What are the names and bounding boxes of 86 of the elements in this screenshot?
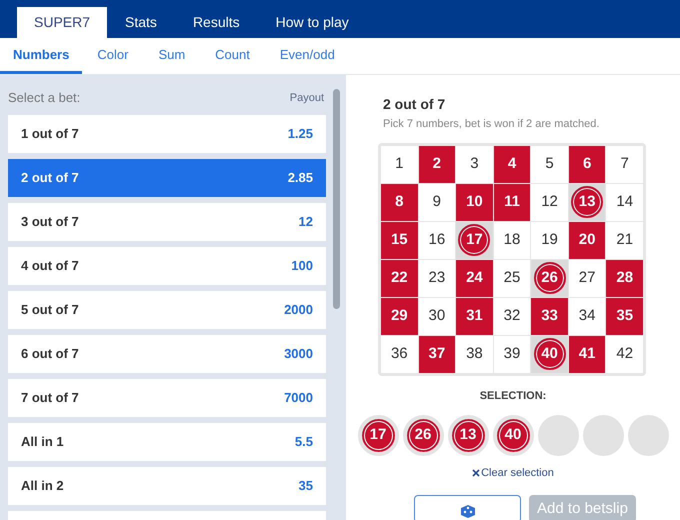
number-cell[interactable]: 21 <box>606 222 643 258</box>
bet-name: 1 out of 7 <box>21 124 79 143</box>
number-cell[interactable]: 27 <box>568 260 606 296</box>
number-cell[interactable]: 18 <box>494 222 530 258</box>
sub-tab[interactable]: Count <box>200 38 265 74</box>
bet-payout: 7000 <box>284 388 313 407</box>
bet-option[interactable]: 2 out of 7 2.85 <box>8 158 326 196</box>
clear-selection-link[interactable]: Clear selection <box>472 464 554 481</box>
top-tab[interactable]: SUPER7 <box>17 7 108 38</box>
bet-option[interactable]: All in 1 5.5 <box>8 422 326 460</box>
bet-name: All in 2 <box>21 476 64 495</box>
bet-name: 6 out of 7 <box>21 344 79 363</box>
drawn-number-cell[interactable]: 22 <box>381 260 418 296</box>
bet-payout: 2000 <box>284 300 313 319</box>
select-bet-label: Select a bet: <box>8 89 80 107</box>
bet-payout: 5.5 <box>294 432 313 451</box>
number-cell[interactable]: 36 <box>381 336 418 372</box>
empty-ball-slot <box>628 414 668 456</box>
number-cell[interactable]: 34 <box>568 298 606 334</box>
number-cell[interactable]: 42 <box>606 336 643 372</box>
drawn-number-cell[interactable]: 41 <box>568 336 606 372</box>
bet-option[interactable]: 7 out of 7 7000 <box>8 378 326 416</box>
drawn-number-cell[interactable]: 2 <box>418 146 456 182</box>
top-tab[interactable]: How to play <box>258 7 367 38</box>
drawn-number-cell[interactable]: 8 <box>381 184 418 220</box>
bet-name: 2 out of 7 <box>21 168 79 187</box>
sub-tab[interactable]: Color <box>82 38 144 74</box>
drawn-number-cell[interactable]: 29 <box>381 298 418 334</box>
bet-option[interactable]: 5 out of 7 2000 <box>8 290 326 328</box>
bet-payout: 100 <box>291 256 313 275</box>
bet-name: 5 out of 7 <box>21 300 79 319</box>
bet-description: Pick 7 numbers, bet is won if 2 are matched. <box>383 117 600 132</box>
bet-payout: 2.85 <box>288 168 313 187</box>
number-cell[interactable]: 12 <box>531 184 568 220</box>
bet-option[interactable]: 3 out of 7 12 <box>8 202 326 240</box>
drawn-number-cell[interactable]: 33 <box>531 298 568 334</box>
number-cell[interactable]: 3 <box>456 146 493 182</box>
bet-option[interactable]: 6 out of 7 3000 <box>8 334 326 372</box>
number-cell[interactable]: 16 <box>418 222 456 258</box>
bet-payout: 12 <box>298 212 313 231</box>
number-cell[interactable]: 1 <box>381 146 418 182</box>
number-cell[interactable]: 14 <box>606 184 643 220</box>
bet-payout: 1.25 <box>288 124 313 143</box>
selection-label: SELECTION: <box>480 389 546 404</box>
top-tab[interactable]: Results <box>174 7 258 38</box>
sub-tab[interactable]: Even/odd <box>264 38 350 74</box>
bet-option[interactable]: 4 out of 7 100 <box>8 246 326 284</box>
number-cell[interactable]: 30 <box>418 298 456 334</box>
drawn-number-cell[interactable]: 20 <box>568 222 606 258</box>
bet-payout: 35 <box>298 476 313 495</box>
bet-option[interactable]: 1 out of 7 1.25 <box>8 114 326 152</box>
bet-title: 2 out of 7 <box>383 95 446 114</box>
dice-icon <box>458 502 476 520</box>
number-cell[interactable]: 38 <box>456 336 493 372</box>
number-cell[interactable]: 25 <box>494 260 530 296</box>
drawn-number-cell[interactable]: 6 <box>568 146 606 182</box>
empty-ball-slot <box>582 414 624 456</box>
close-icon <box>472 468 480 477</box>
bet-payout: 3000 <box>284 344 313 363</box>
number-cell[interactable]: 32 <box>494 298 530 334</box>
top-tab[interactable]: Stats <box>107 7 175 38</box>
drawn-number-cell[interactable]: 24 <box>456 260 493 296</box>
sub-tab[interactable]: Sum <box>143 38 200 74</box>
bet-name: 3 out of 7 <box>21 212 79 231</box>
random-pick-button[interactable] <box>414 495 521 520</box>
number-cell[interactable]: 39 <box>494 336 530 372</box>
bet-name: 7 out of 7 <box>21 388 79 407</box>
bet-option[interactable]: All in 2 35 <box>8 466 326 504</box>
drawn-number-cell[interactable]: 31 <box>456 298 493 334</box>
drawn-number-cell[interactable]: 11 <box>494 184 530 220</box>
number-cell[interactable]: 9 <box>418 184 456 220</box>
drawn-number-cell[interactable]: 4 <box>494 146 530 182</box>
bet-name: 4 out of 7 <box>21 256 79 275</box>
number-cell[interactable]: 7 <box>606 146 643 182</box>
number-cell[interactable]: 23 <box>418 260 456 296</box>
bet-name: All in 1 <box>21 432 64 451</box>
payout-header: Payout <box>290 90 324 106</box>
scrollbar[interactable] <box>333 89 340 309</box>
drawn-number-cell[interactable]: 37 <box>418 336 456 372</box>
number-cell[interactable]: 5 <box>531 146 568 182</box>
drawn-number-cell[interactable]: 15 <box>381 222 418 258</box>
drawn-number-cell[interactable]: 10 <box>456 184 493 220</box>
number-cell[interactable]: 19 <box>531 222 568 258</box>
drawn-number-cell[interactable]: 28 <box>606 260 643 296</box>
drawn-number-cell[interactable]: 35 <box>606 298 643 334</box>
empty-ball-slot <box>538 414 578 456</box>
